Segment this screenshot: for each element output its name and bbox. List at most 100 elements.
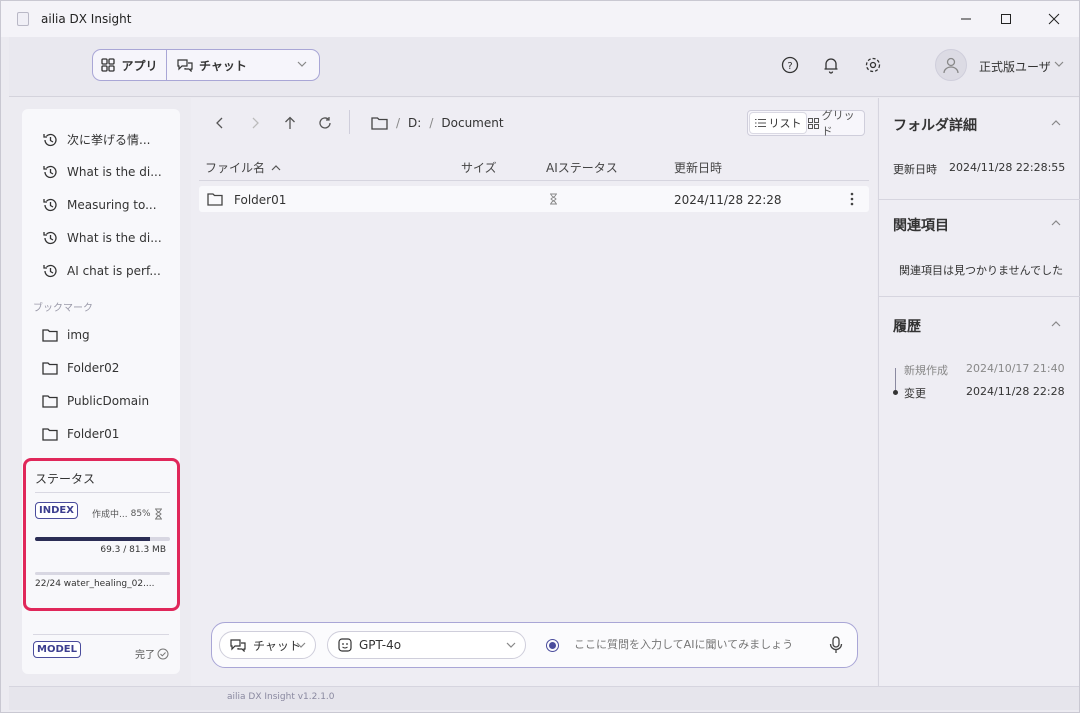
related-heading[interactable]: 関連項目 bbox=[893, 215, 949, 235]
history-item-label: Measuring to... bbox=[67, 198, 157, 212]
chat-mode-label: チャット bbox=[253, 638, 301, 653]
chat-mode-dropdown[interactable]: チャット bbox=[219, 631, 316, 659]
mode-app-button[interactable]: アプリ bbox=[93, 50, 167, 80]
table-row[interactable]: Folder01 2024/11/28 22:28 bbox=[199, 186, 869, 212]
more-vertical-icon[interactable] bbox=[850, 192, 854, 206]
history-item[interactable]: AI chat is perf... bbox=[42, 263, 161, 279]
breadcrumb-folder[interactable]: Document bbox=[441, 116, 503, 130]
folder-details-heading[interactable]: フォルダ詳細 bbox=[893, 115, 977, 135]
hourglass-icon bbox=[550, 193, 557, 205]
related-empty-message: 関連項目は見つかりませんでした bbox=[899, 264, 1064, 277]
chevron-up-icon[interactable] bbox=[1051, 320, 1061, 328]
history-date: 2024/10/17 21:40 bbox=[966, 362, 1065, 375]
grid-view-button[interactable]: グリッド bbox=[808, 109, 864, 138]
file-progress-text: 22/24 water_healing_02.... bbox=[35, 579, 155, 589]
notification-button[interactable] bbox=[821, 55, 841, 75]
history-heading[interactable]: 履歴 bbox=[893, 316, 921, 336]
chevron-down-icon bbox=[297, 61, 307, 67]
updated-value: 2024/11/28 22:28:55 bbox=[949, 161, 1066, 174]
list-view-button[interactable]: リスト bbox=[750, 113, 806, 133]
breadcrumb-separator: / bbox=[429, 116, 434, 130]
bookmark-item[interactable]: Folder01 bbox=[42, 427, 119, 441]
model-badge: MODEL bbox=[33, 641, 81, 658]
avatar[interactable] bbox=[935, 49, 967, 81]
history-icon bbox=[43, 231, 57, 245]
history-icon bbox=[43, 165, 57, 179]
folder-icon bbox=[371, 117, 388, 130]
svg-text:?: ? bbox=[787, 61, 792, 72]
chevron-up-icon[interactable] bbox=[1051, 119, 1061, 127]
maximize-button[interactable] bbox=[993, 7, 1019, 31]
row-updated: 2024/11/28 22:28 bbox=[674, 193, 782, 207]
chevron-up-icon[interactable] bbox=[1051, 219, 1061, 227]
minimize-button[interactable] bbox=[953, 7, 979, 31]
bookmark-item[interactable]: img bbox=[42, 328, 90, 342]
file-progress-bar bbox=[35, 572, 170, 575]
column-name-label: ファイル名 bbox=[205, 161, 266, 175]
mode-chat-dropdown[interactable]: チャット bbox=[167, 50, 319, 80]
folder-icon bbox=[42, 329, 58, 342]
up-button[interactable] bbox=[281, 114, 299, 132]
column-header-size[interactable]: サイズ bbox=[461, 159, 497, 176]
help-button[interactable]: ? bbox=[780, 55, 800, 75]
view-toggle: リスト グリッド bbox=[747, 109, 865, 138]
status-bar: ailia DX Insight v1.2.1.0 bbox=[9, 686, 1079, 710]
divider bbox=[349, 110, 350, 134]
microphone-icon[interactable] bbox=[829, 636, 843, 654]
history-item-label: 次に挙げる情... bbox=[67, 133, 151, 147]
divider bbox=[35, 492, 170, 493]
context-radio[interactable] bbox=[546, 639, 559, 652]
settings-button[interactable] bbox=[863, 55, 883, 75]
hourglass-icon bbox=[154, 508, 162, 519]
divider bbox=[33, 634, 169, 635]
history-item[interactable]: Measuring to... bbox=[42, 197, 157, 213]
timeline-line bbox=[895, 368, 896, 390]
refresh-button[interactable] bbox=[316, 114, 334, 132]
mode-switch: アプリ チャット bbox=[92, 49, 320, 81]
divider bbox=[199, 180, 869, 181]
forward-button[interactable] bbox=[246, 114, 264, 132]
column-header-updated[interactable]: 更新日時 bbox=[674, 159, 722, 176]
close-button[interactable] bbox=[1041, 7, 1067, 31]
model-select[interactable]: GPT-4o bbox=[327, 631, 526, 659]
chat-icon bbox=[230, 639, 246, 652]
history-icon bbox=[43, 198, 57, 212]
file-browser: / D: / Document リスト グリッド ファイル名 サイズ AIステー bbox=[191, 98, 877, 686]
folder-icon bbox=[42, 362, 58, 375]
mode-chat-label: チャット bbox=[199, 58, 247, 73]
column-header-name[interactable]: ファイル名 bbox=[205, 159, 281, 176]
bot-icon bbox=[338, 638, 352, 652]
user-icon bbox=[943, 57, 959, 74]
minimize-icon bbox=[961, 18, 971, 20]
index-state: 作成中... bbox=[92, 510, 128, 520]
column-header-ai-status[interactable]: AIステータス bbox=[546, 159, 618, 176]
index-status: 作成中... 85% bbox=[92, 507, 163, 520]
list-icon bbox=[754, 119, 766, 127]
chat-input[interactable] bbox=[574, 638, 804, 651]
index-percent: 85% bbox=[130, 508, 151, 519]
history-item[interactable]: What is the di... bbox=[42, 230, 162, 246]
sort-ascending-icon bbox=[271, 164, 281, 170]
close-icon bbox=[1048, 13, 1060, 25]
bookmarks-heading: ブックマーク bbox=[33, 303, 93, 314]
breadcrumb-drive[interactable]: D: bbox=[408, 116, 421, 130]
bookmark-item[interactable]: PublicDomain bbox=[42, 394, 149, 408]
history-date: 2024/11/28 22:28 bbox=[966, 385, 1065, 398]
index-badge: INDEX bbox=[35, 502, 78, 519]
grid-view-label: グリッド bbox=[821, 109, 855, 138]
bookmark-item[interactable]: Folder02 bbox=[42, 361, 119, 375]
history-action: 新規作成 bbox=[904, 364, 948, 377]
updated-label: 更新日時 bbox=[893, 163, 937, 176]
back-button[interactable] bbox=[211, 114, 229, 132]
user-name[interactable]: 正式版ユーザ bbox=[979, 58, 1051, 75]
model-select-label: GPT-4o bbox=[359, 638, 402, 652]
history-item[interactable]: What is the di... bbox=[42, 164, 162, 180]
breadcrumb-separator: / bbox=[396, 116, 401, 130]
check-circle-icon bbox=[157, 648, 169, 659]
file-toolbar: / D: / Document リスト グリッド bbox=[191, 98, 877, 148]
history-item[interactable]: 次に挙げる情... bbox=[42, 131, 150, 148]
chevron-down-icon[interactable] bbox=[1054, 60, 1064, 68]
details-panel: フォルダ詳細 更新日時 2024/11/28 22:28:55 関連項目 関連項… bbox=[878, 98, 1080, 686]
row-name: Folder01 bbox=[234, 193, 287, 207]
history-item-label: AI chat is perf... bbox=[67, 264, 161, 278]
